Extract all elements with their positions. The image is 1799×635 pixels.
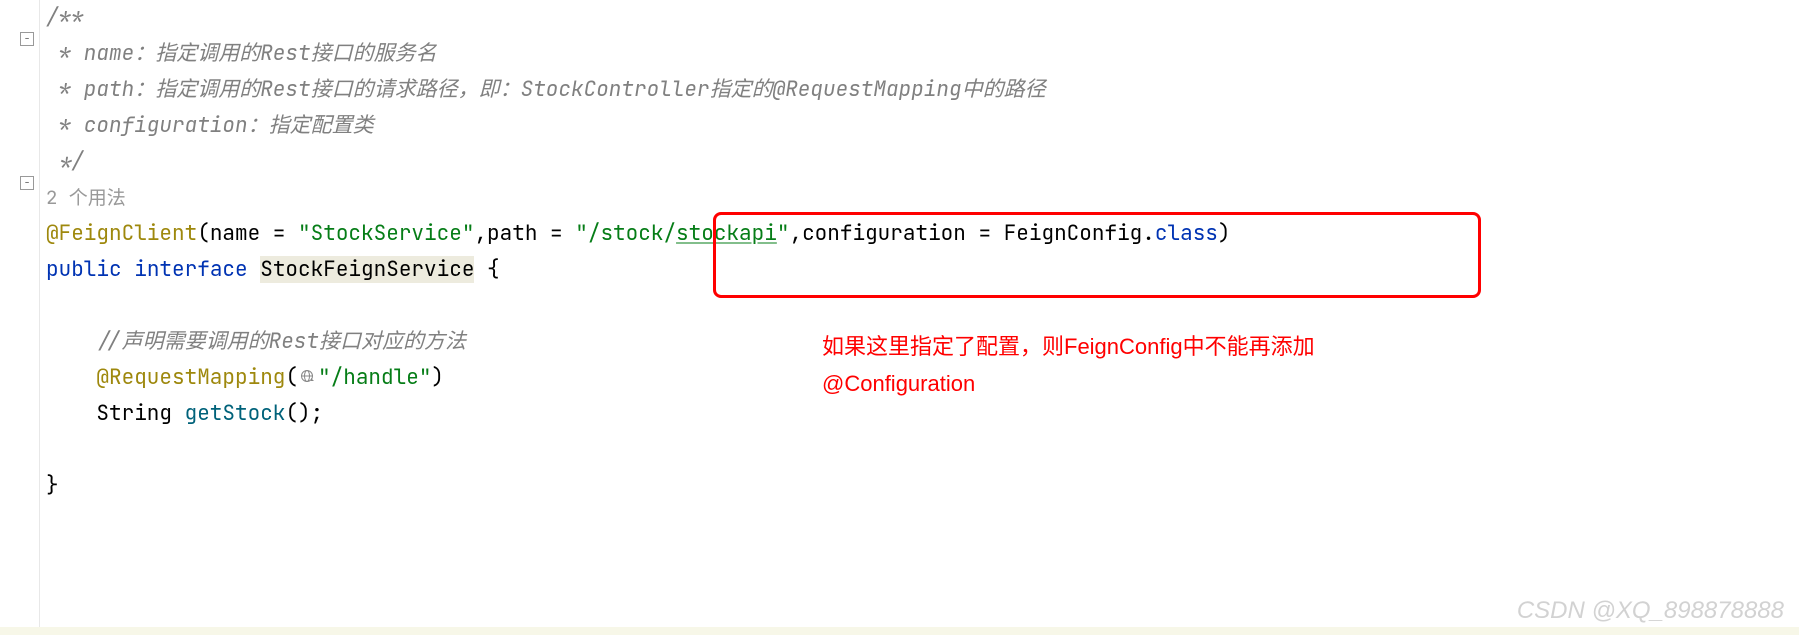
code-editor[interactable]: /** * name：指定调用的Rest接口的服务名 * path：指定调用的R… bbox=[42, 0, 1799, 504]
code-line: /** bbox=[46, 0, 1799, 36]
code-line: * configuration：指定配置类 bbox=[46, 108, 1799, 144]
watermark: CSDN @XQ_898878888 bbox=[1517, 597, 1784, 625]
class-name-highlight: StockFeignService bbox=[260, 256, 474, 283]
code-line: public interface StockFeignService { bbox=[46, 252, 1799, 288]
annotation-note: 如果这里指定了配置，则FeignConfig中不能再添加 @Configurat… bbox=[822, 328, 1315, 403]
code-line: } bbox=[46, 468, 1799, 504]
code-line: */ bbox=[46, 144, 1799, 180]
bottom-bar bbox=[0, 627, 1799, 635]
globe-icon[interactable] bbox=[298, 366, 318, 386]
code-line: @FeignClient(name = "StockService",path … bbox=[46, 216, 1799, 252]
code-line: * path：指定调用的Rest接口的请求路径，即：StockControlle… bbox=[46, 72, 1799, 108]
code-line: * name：指定调用的Rest接口的服务名 bbox=[46, 36, 1799, 72]
usages-hint[interactable]: 2 个用法 bbox=[46, 180, 1799, 216]
fold-icon[interactable] bbox=[20, 32, 34, 46]
fold-icon[interactable] bbox=[20, 176, 34, 190]
editor-gutter bbox=[0, 0, 40, 635]
code-line bbox=[46, 288, 1799, 324]
code-line bbox=[46, 432, 1799, 468]
